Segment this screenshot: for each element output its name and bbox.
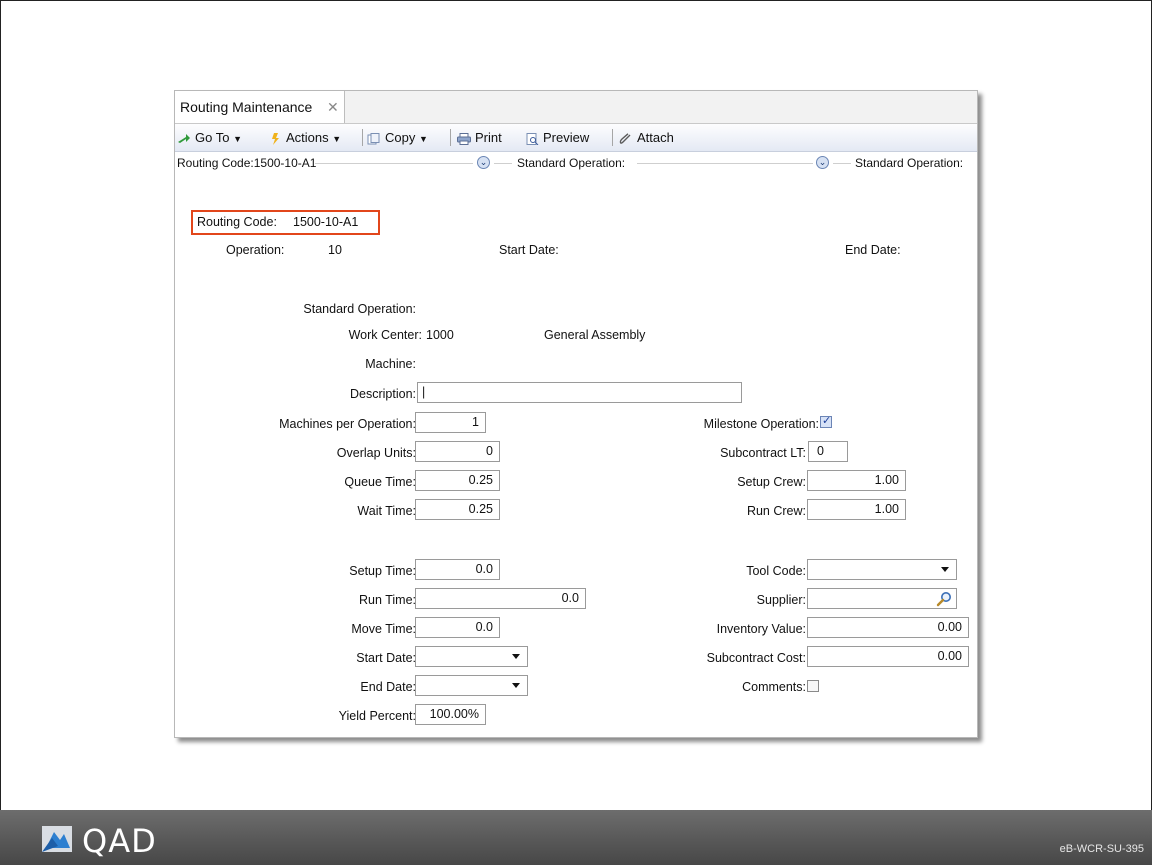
breadcrumb-line xyxy=(494,163,512,164)
search-icon[interactable] xyxy=(936,591,952,607)
wait-time-field[interactable]: 0.25 xyxy=(415,499,500,520)
subcontract-lt-field[interactable]: 0 xyxy=(808,441,848,462)
start-date-dropdown[interactable] xyxy=(415,646,528,667)
copy-label: Copy xyxy=(385,130,416,145)
goto-label: Go To xyxy=(195,130,230,145)
work-center-value: 1000 xyxy=(426,328,454,342)
chevron-down-icon[interactable]: ⌄ xyxy=(816,156,829,169)
tool-code-label: Tool Code: xyxy=(746,564,806,578)
standard-operation-label: Standard Operation: xyxy=(303,302,416,316)
setup-time-field[interactable]: 0.0 xyxy=(415,559,500,580)
dropdown-arrow-icon xyxy=(512,683,520,688)
tab-title: Routing Maintenance xyxy=(180,99,313,115)
run-time-label: Run Time: xyxy=(359,593,416,607)
goto-button[interactable]: Go To ▼ xyxy=(177,124,242,151)
machine-label: Machine: xyxy=(365,357,416,371)
operation-value: 10 xyxy=(328,243,342,257)
subcontract-cost-field[interactable]: 0.00 xyxy=(807,646,969,667)
move-time-label: Move Time: xyxy=(351,622,416,636)
toolbar-separator xyxy=(362,129,363,146)
comments-label: Comments: xyxy=(742,680,806,694)
breadcrumb-std-op-1[interactable]: Standard Operation: xyxy=(517,152,625,174)
actions-bolt-icon xyxy=(272,132,279,145)
breadcrumb-line xyxy=(315,163,473,164)
breadcrumb-line xyxy=(833,163,851,164)
dropdown-arrow-icon xyxy=(941,567,949,572)
setup-crew-field[interactable]: 1.00 xyxy=(807,470,906,491)
paperclip-icon xyxy=(619,132,631,144)
run-crew-label: Run Crew: xyxy=(746,504,806,518)
print-label: Print xyxy=(475,130,502,145)
attach-label: Attach xyxy=(637,130,674,145)
copy-icon xyxy=(367,132,380,145)
goto-dropdown-icon: ▼ xyxy=(233,134,242,144)
start-date-header-label: Start Date: xyxy=(499,243,559,257)
tab-routing-maintenance[interactable]: Routing Maintenance ✕ xyxy=(175,91,345,123)
yield-percent-field[interactable]: 100.00% xyxy=(415,704,486,725)
supplier-field[interactable] xyxy=(807,588,957,609)
queue-time-field[interactable]: 0.25 xyxy=(415,470,500,491)
footer-bar: QAD eB-WCR-SU-395 xyxy=(0,810,1152,865)
breadcrumb: Routing Code:1500-10-A1 ⌄ Standard Opera… xyxy=(175,152,977,174)
subcontract-lt-label: Subcontract LT: xyxy=(720,446,806,460)
operation-label: Operation: xyxy=(226,243,285,257)
tool-code-dropdown[interactable] xyxy=(807,559,957,580)
end-date-header-label: End Date: xyxy=(845,243,901,257)
breadcrumb-std-op-2[interactable]: Standard Operation: xyxy=(855,152,963,174)
routing-code-value: 1500-10-A1 xyxy=(293,215,359,229)
inventory-value-label: Inventory Value: xyxy=(716,622,806,636)
routing-maintenance-window: Routing Maintenance ✕ Go To ▼ Actions ▼ … xyxy=(174,90,978,738)
breadcrumb-line xyxy=(637,163,813,164)
slide-code: eB-WCR-SU-395 xyxy=(1059,843,1144,855)
description-field[interactable]: | xyxy=(417,382,742,403)
qad-logo-icon xyxy=(42,826,72,852)
routing-code-label: Routing Code: xyxy=(197,215,277,229)
end-date-label: End Date: xyxy=(360,680,416,694)
run-time-field[interactable]: 0.0 xyxy=(415,588,586,609)
setup-time-label: Setup Time: xyxy=(349,564,416,578)
overlap-units-label: Overlap Units: xyxy=(336,446,416,460)
preview-icon xyxy=(526,132,539,145)
comments-checkbox[interactable] xyxy=(807,680,819,692)
yield-percent-label: Yield Percent: xyxy=(338,709,416,723)
attach-button[interactable]: Attach xyxy=(619,124,674,151)
close-icon[interactable]: ✕ xyxy=(327,91,339,123)
dropdown-arrow-icon xyxy=(512,654,520,659)
description-label: Description: xyxy=(350,387,416,401)
actions-label: Actions xyxy=(286,130,329,145)
chevron-down-icon[interactable]: ⌄ xyxy=(477,156,490,169)
copy-button[interactable]: Copy ▼ xyxy=(367,124,428,151)
actions-dropdown-icon: ▼ xyxy=(332,134,342,144)
goto-arrow-icon xyxy=(178,133,190,143)
preview-button[interactable]: Preview xyxy=(525,124,589,151)
machines-per-operation-field[interactable]: 1 xyxy=(415,412,486,433)
toolbar-separator xyxy=(612,129,613,146)
run-crew-field[interactable]: 1.00 xyxy=(807,499,906,520)
breadcrumb-routing[interactable]: Routing Code:1500-10-A1 xyxy=(177,152,316,174)
supplier-label: Supplier: xyxy=(756,593,806,607)
subcontract-cost-label: Subcontract Cost: xyxy=(706,651,806,665)
tab-bar: Routing Maintenance ✕ xyxy=(175,91,977,124)
brand-name: QAD xyxy=(82,822,157,860)
inventory-value-field[interactable]: 0.00 xyxy=(807,617,969,638)
machines-per-operation-label: Machines per Operation: xyxy=(279,417,416,431)
toolbar-separator xyxy=(450,129,451,146)
overlap-units-field[interactable]: 0 xyxy=(415,441,500,462)
work-center-label: Work Center: xyxy=(348,328,422,342)
move-time-field[interactable]: 0.0 xyxy=(415,617,500,638)
milestone-operation-checkbox[interactable] xyxy=(820,414,832,428)
printer-icon xyxy=(457,132,471,145)
toolbar: Go To ▼ Actions ▼ Copy ▼ Print Preview A… xyxy=(175,124,977,152)
milestone-operation-label: Milestone Operation: xyxy=(703,417,819,431)
print-button[interactable]: Print xyxy=(457,124,502,151)
preview-label: Preview xyxy=(543,130,590,145)
wait-time-label: Wait Time: xyxy=(357,504,416,518)
end-date-dropdown[interactable] xyxy=(415,675,528,696)
copy-dropdown-icon: ▼ xyxy=(418,134,428,144)
start-date-label: Start Date: xyxy=(356,651,416,665)
queue-time-label: Queue Time: xyxy=(344,475,416,489)
setup-crew-label: Setup Crew: xyxy=(737,475,806,489)
actions-button[interactable]: Actions ▼ xyxy=(268,124,341,151)
work-center-desc: General Assembly xyxy=(544,328,646,342)
